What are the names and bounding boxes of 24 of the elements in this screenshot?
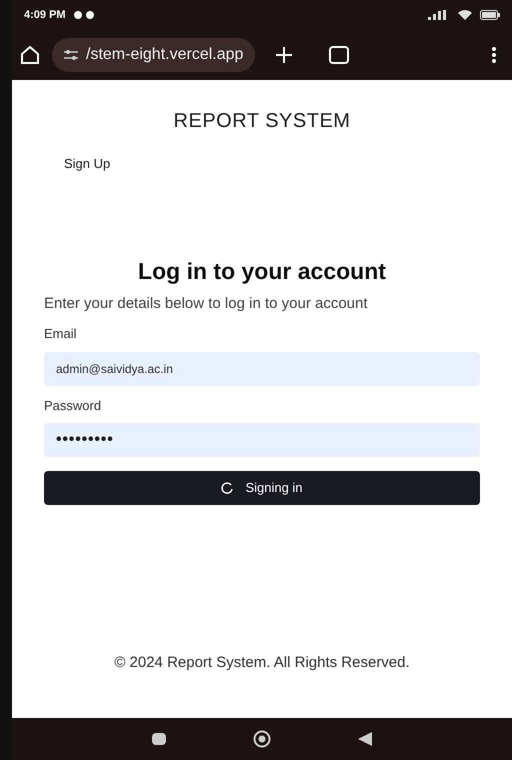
menu-icon[interactable]: [492, 47, 496, 63]
sign-in-button[interactable]: Signing in: [44, 471, 480, 505]
status-time: 4:09 PM: [24, 8, 66, 23]
site-title: REPORT SYSTEM: [172, 109, 352, 134]
tabs-icon[interactable]: [329, 46, 350, 64]
password-field[interactable]: •••••••••: [44, 423, 480, 457]
loading-spinner-icon: [221, 482, 234, 494]
home-circle-icon[interactable]: [252, 730, 271, 748]
sign-up-link[interactable]: Sign Up: [64, 154, 110, 174]
recents-icon[interactable]: [152, 733, 166, 745]
footer-copyright: © 2024 Report System. All Rights Reserved.: [113, 652, 411, 672]
battery-icon: [480, 10, 500, 20]
login-heading: Log in to your account: [137, 256, 387, 286]
new-tab-icon[interactable]: [275, 46, 294, 64]
url-text: /stem-eight.vercel.app: [86, 45, 244, 65]
back-icon[interactable]: [358, 732, 372, 746]
home-icon[interactable]: [20, 46, 40, 64]
login-subtitle: Enter your details below to log in to your account: [44, 294, 369, 314]
site-settings-icon[interactable]: [64, 49, 78, 61]
field-label: Password: [44, 396, 102, 414]
email-field[interactable]: admin@saividya.ac.in: [44, 352, 480, 386]
wifi-icon: [458, 10, 472, 20]
field-label: Email: [44, 325, 78, 343]
address-bar[interactable]: /stem-eight.vercel.app: [52, 38, 256, 72]
